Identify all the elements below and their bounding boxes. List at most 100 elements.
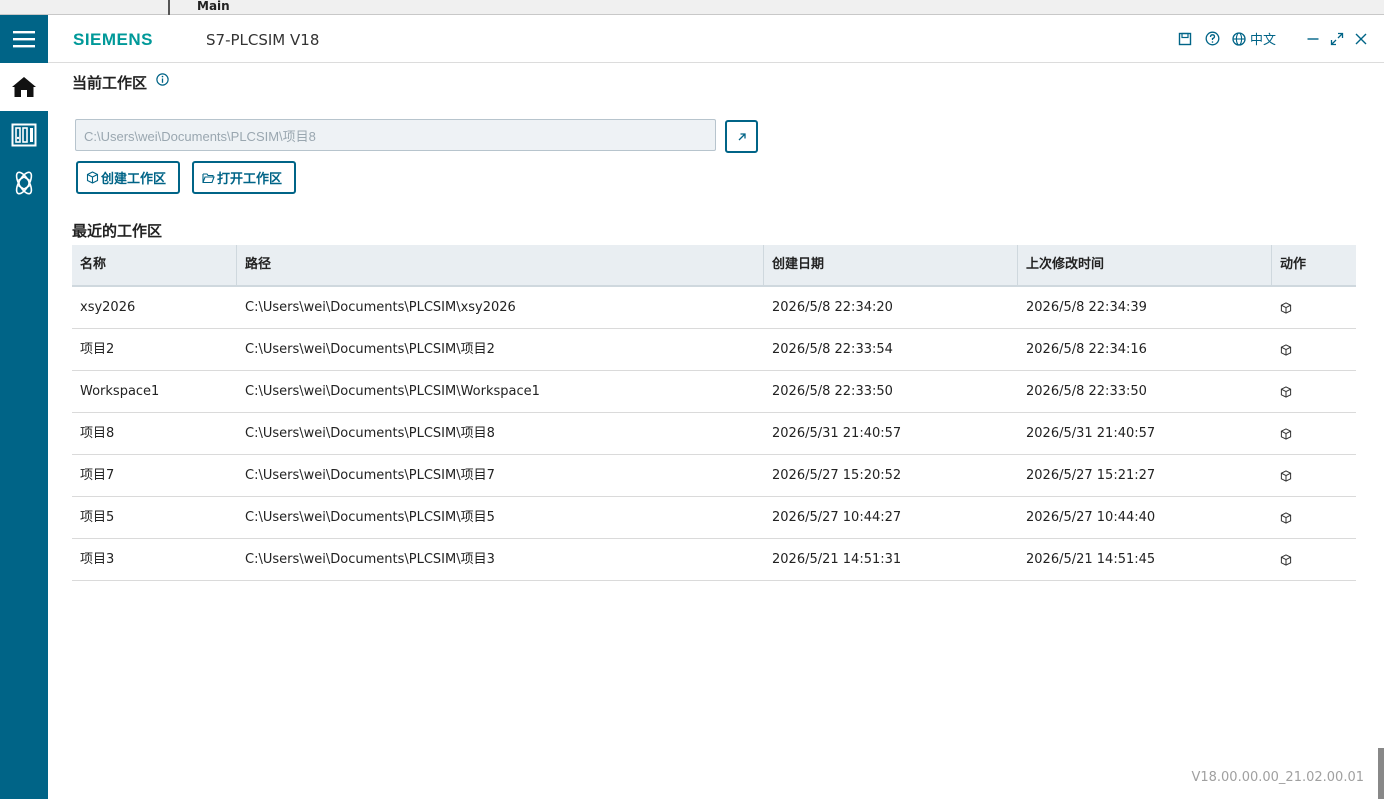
cell-name: 项目5 [80, 510, 115, 525]
workspace-path-input[interactable] [75, 119, 716, 151]
cell-modified: 2026/5/8 22:34:39 [1026, 300, 1147, 315]
column-header-action: 动作 [1280, 257, 1307, 272]
globe-icon [1232, 31, 1246, 46]
create-workspace-label: 创建工作区 [101, 172, 167, 187]
column-header-created[interactable]: 创建日期 [764, 245, 1018, 285]
open-workspace-row-button[interactable] [1280, 301, 1292, 314]
cell-created: 2026/5/8 22:33:54 [772, 342, 893, 357]
cube-icon [1280, 511, 1292, 524]
cell-modified: 2026/5/8 22:33:50 [1026, 384, 1147, 399]
cell-action [1272, 497, 1356, 538]
cell-created: 2026/5/31 21:40:57 [772, 426, 902, 441]
cell-name: 项目7 [80, 468, 115, 483]
version-label: V18.00.00.00_21.02.00.01 [1191, 770, 1364, 785]
cell-created: 2026/5/21 14:51:31 [772, 552, 902, 567]
save-icon [1178, 32, 1192, 45]
column-header-name[interactable]: 名称 [72, 245, 237, 285]
open-workspace-row-button[interactable] [1280, 553, 1292, 566]
open-path-button[interactable] [725, 120, 758, 153]
table-header: 名称 路径 创建日期 上次修改时间 动作 [72, 245, 1356, 287]
background-main-tab: Main [168, 0, 230, 15]
expand-icon [1330, 32, 1344, 45]
title-bar-actions: 中文 [1166, 29, 1370, 48]
atom-icon [15, 171, 33, 195]
column-header-modified[interactable]: 上次修改时间 [1018, 245, 1272, 285]
open-workspace-row-button[interactable] [1280, 469, 1292, 482]
help-button[interactable] [1204, 30, 1222, 48]
table-row[interactable]: 项目5 C:\Users\wei\Documents\PLCSIM\项目5 20… [72, 497, 1356, 539]
cube-icon [1280, 469, 1292, 482]
create-workspace-button[interactable]: 创建工作区 [76, 161, 180, 194]
help-icon [1206, 31, 1220, 46]
current-workspace-title: 当前工作区 [72, 74, 148, 92]
cell-path: C:\Users\wei\Documents\PLCSIM\项目8 [245, 426, 495, 441]
cell-action [1272, 455, 1356, 496]
open-workspace-row-button[interactable] [1280, 385, 1292, 398]
cube-icon [1280, 385, 1292, 398]
left-nav-rail [0, 15, 48, 799]
open-workspace-button[interactable]: 打开工作区 [192, 161, 296, 194]
table-row[interactable]: xsy2026 C:\Users\wei\Documents\PLCSIM\xs… [72, 287, 1356, 329]
open-workspace-label: 打开工作区 [217, 172, 283, 187]
cell-action [1272, 371, 1356, 412]
home-button[interactable] [0, 63, 48, 111]
cell-path: C:\Users\wei\Documents\PLCSIM\项目5 [245, 510, 495, 525]
cell-created: 2026/5/8 22:34:20 [772, 300, 893, 315]
maximize-button[interactable] [1328, 30, 1346, 48]
home-icon [12, 77, 36, 97]
recent-workspaces-table: 名称 路径 创建日期 上次修改时间 动作 xsy2026 C:\Users\we… [72, 245, 1356, 581]
cell-created: 2026/5/27 15:20:52 [772, 468, 902, 483]
cell-modified: 2026/5/31 21:40:57 [1026, 426, 1156, 441]
table-row[interactable]: 项目7 C:\Users\wei\Documents\PLCSIM\项目7 20… [72, 455, 1356, 497]
save-button[interactable] [1176, 30, 1194, 48]
cell-action [1272, 539, 1356, 580]
info-icon [156, 73, 169, 86]
minimize-button[interactable] [1304, 30, 1322, 48]
cell-name: Workspace1 [80, 384, 160, 399]
cube-icon [86, 171, 99, 184]
info-button[interactable] [156, 73, 169, 90]
cell-action [1272, 329, 1356, 370]
cell-modified: 2026/5/27 10:44:40 [1026, 510, 1156, 525]
cell-path: C:\Users\wei\Documents\PLCSIM\项目7 [245, 468, 495, 483]
cell-created: 2026/5/27 10:44:27 [772, 510, 902, 525]
cell-name: 项目8 [80, 426, 115, 441]
cell-action [1272, 287, 1356, 328]
open-workspace-row-button[interactable] [1280, 343, 1292, 356]
table-row[interactable]: 项目8 C:\Users\wei\Documents\PLCSIM\项目8 20… [72, 413, 1356, 455]
column-header-path[interactable]: 路径 [237, 245, 764, 285]
table-row[interactable]: Workspace1 C:\Users\wei\Documents\PLCSIM… [72, 371, 1356, 413]
close-button[interactable] [1352, 30, 1370, 48]
plc-instances-button[interactable] [0, 111, 48, 159]
background-app-strip: Main [0, 0, 1384, 15]
open-workspace-row-button[interactable] [1280, 511, 1292, 524]
folder-open-icon [202, 172, 215, 183]
cube-icon [1280, 343, 1292, 356]
cell-path: C:\Users\wei\Documents\PLCSIM\Workspace1 [245, 384, 540, 399]
recent-workspaces-title: 最近的工作区 [72, 222, 163, 240]
title-bar: SIEMENS S7-PLCSIM V18 中文 [48, 15, 1384, 63]
cell-name: 项目2 [80, 342, 115, 357]
main-window: SIEMENS S7-PLCSIM V18 中文 当前工作区 C:\Users\… [48, 15, 1384, 799]
cell-path: C:\Users\wei\Documents\PLCSIM\项目2 [245, 342, 495, 357]
simulation-button[interactable] [0, 159, 48, 207]
cube-icon [1280, 301, 1292, 314]
menu-button[interactable] [0, 15, 48, 63]
window-controls [1298, 30, 1370, 48]
siemens-logo: SIEMENS [73, 30, 154, 49]
cell-path: C:\Users\wei\Documents\PLCSIM\xsy2026 [245, 300, 516, 315]
cell-action [1272, 413, 1356, 454]
background-scrollbar [1378, 748, 1384, 799]
cell-path: C:\Users\wei\Documents\PLCSIM\项目3 [245, 552, 495, 567]
cell-name: 项目3 [80, 552, 115, 567]
close-icon [1355, 33, 1367, 44]
language-selector[interactable]: 中文 [1232, 29, 1276, 48]
table-row[interactable]: 项目3 C:\Users\wei\Documents\PLCSIM\项目3 20… [72, 539, 1356, 581]
minimize-icon [1307, 37, 1319, 40]
cell-modified: 2026/5/21 14:51:45 [1026, 552, 1156, 567]
open-workspace-row-button[interactable] [1280, 427, 1292, 440]
app-title: S7-PLCSIM V18 [206, 31, 320, 49]
cell-modified: 2026/5/8 22:34:16 [1026, 342, 1147, 357]
table-row[interactable]: 项目2 C:\Users\wei\Documents\PLCSIM\项目2 20… [72, 329, 1356, 371]
cell-modified: 2026/5/27 15:21:27 [1026, 468, 1156, 483]
